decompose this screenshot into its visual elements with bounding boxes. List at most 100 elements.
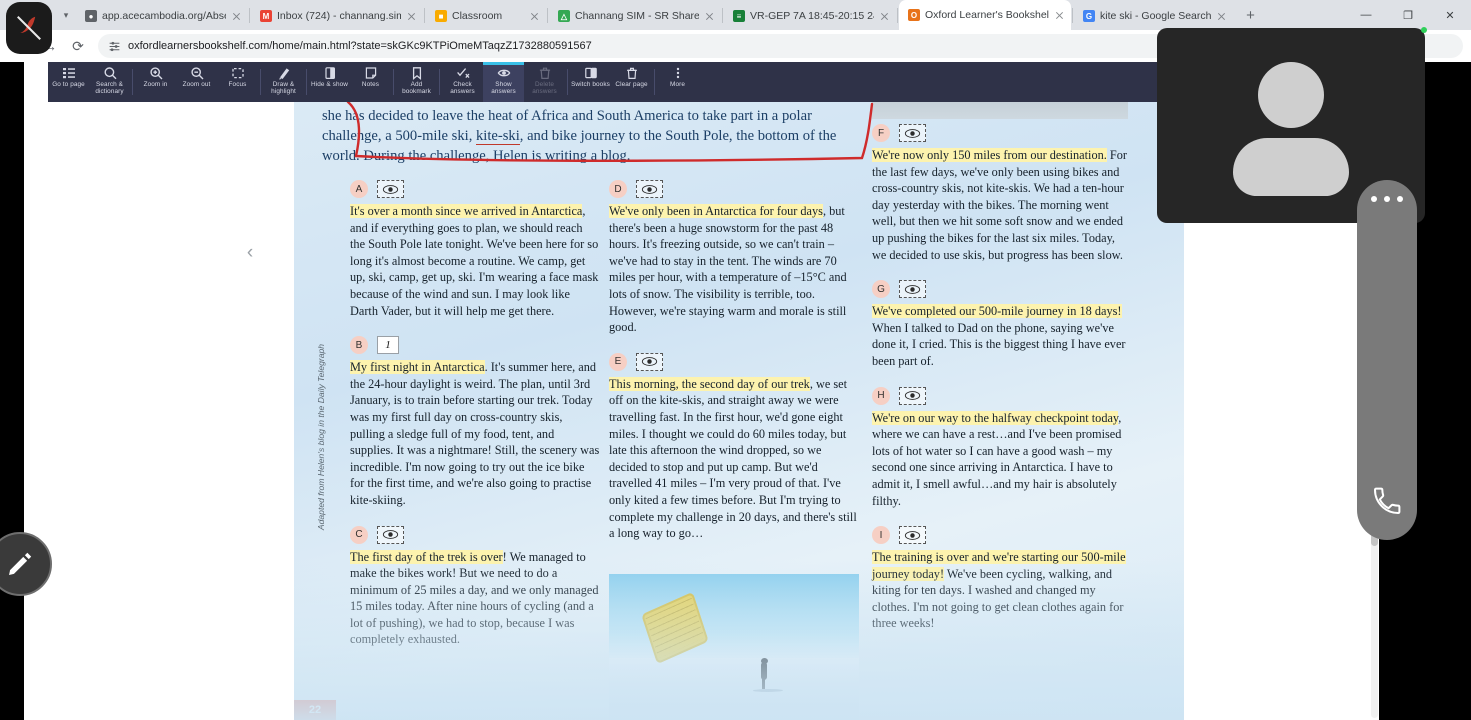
blog-entry-body: , we set off on the kite-skis, and strai… <box>609 376 857 541</box>
blog-entry-letter: G <box>872 280 890 299</box>
toolbar-check-answers-button[interactable]: Check answers <box>442 62 483 102</box>
answer-input-box[interactable] <box>636 352 663 371</box>
close-tab-icon[interactable] <box>879 11 890 22</box>
previous-page-arrow-icon[interactable]: ‹ <box>237 240 263 266</box>
reload-button[interactable]: ⟳ <box>64 32 92 60</box>
close-tab-icon[interactable] <box>529 11 540 22</box>
intro-keyword: kite-ski <box>476 128 520 145</box>
blog-entry-letter: D <box>609 180 627 198</box>
intro-paragraph: she has decided to leave the heat of Afr… <box>322 102 874 166</box>
browser-tab[interactable]: M Inbox (724) - channang.sim@a… <box>251 2 423 30</box>
browser-tab[interactable]: ■ Classroom <box>426 2 546 30</box>
toolbar-button-label: Zoom in <box>143 81 168 88</box>
toolbar-button-label: Go to page <box>52 81 85 88</box>
toolbar-add-bookmark-button[interactable]: Add bookmark <box>396 62 437 102</box>
drive-icon: △ <box>558 10 570 22</box>
answer-input-box[interactable] <box>899 526 926 545</box>
toolbar-zoom-in-button[interactable]: Zoom in <box>135 62 176 102</box>
tune-icon[interactable] <box>108 40 121 53</box>
toolbar-notes-button[interactable]: Notes <box>350 62 391 102</box>
close-tab-icon[interactable] <box>1216 11 1227 22</box>
toolbar-button-label: Draw & highlight <box>271 81 296 96</box>
answer-input-box[interactable] <box>377 180 404 198</box>
more-options-icon[interactable] <box>1371 196 1403 202</box>
blog-entry-letter: A <box>350 180 368 198</box>
toolbar-button-label: Add bookmark <box>402 81 431 96</box>
blog-entry-header: I <box>872 526 1128 545</box>
avatar <box>1225 61 1357 196</box>
tab-title: Channang SIM - SR Shared Dri… <box>575 10 699 22</box>
toolbar-button-label: Focus <box>228 81 247 88</box>
answer-input-box[interactable] <box>899 124 926 142</box>
book-page[interactable]: Adapted from Helen's blog in the Daily T… <box>294 102 1184 720</box>
answer-input-box[interactable] <box>899 280 926 299</box>
toolbar-switch-books-button[interactable]: Switch books <box>570 62 611 102</box>
blog-entry-header: E <box>609 352 859 371</box>
toolbar-divider <box>306 69 307 95</box>
blog-entry-body: . It's summer here, and the 24-hour dayl… <box>350 360 600 507</box>
switch-books-icon <box>584 65 598 80</box>
blog-entry-body: For the last few days, we've only been u… <box>872 148 1127 262</box>
focus-icon <box>231 65 245 80</box>
tab-search-caret-icon[interactable]: ▾ <box>56 0 76 30</box>
blog-entry-text: The first day of the trek is over! We ma… <box>350 549 600 649</box>
browser-tab[interactable]: ● app.acecambodia.org/Absence <box>76 2 248 30</box>
close-tab-icon[interactable] <box>406 11 417 22</box>
toolbar-button-label: Notes <box>361 81 380 88</box>
note-icon <box>364 65 378 80</box>
blog-entry-header: H <box>872 386 1128 405</box>
answer-input-box[interactable]: 1 <box>377 336 399 355</box>
blog-entry-letter: C <box>350 525 368 544</box>
new-tab-button[interactable]: + <box>1237 2 1263 28</box>
more-vertical-icon <box>671 65 685 80</box>
avatar-torso <box>1233 137 1349 196</box>
zoom-in-icon <box>149 65 163 80</box>
toolbar-button-label: Hide & show <box>311 81 348 88</box>
toolbar-search-dictionary-button[interactable]: Search & dictionary <box>89 62 130 102</box>
toolbar-zoom-out-button[interactable]: Zoom out <box>176 62 217 102</box>
blog-entry-header: C <box>350 525 600 544</box>
gmail-icon: M <box>260 10 272 22</box>
minimize-button[interactable]: — <box>1345 0 1387 30</box>
blog-entry-text: It's over a month since we arrived in An… <box>350 203 600 319</box>
browser-tab[interactable]: Gkite ski - Google Search <box>1074 2 1234 30</box>
globe-icon: ● <box>85 10 97 22</box>
toolbar-button-label: Switch books <box>571 81 610 88</box>
eye-icon <box>382 184 399 194</box>
toolbar-clear-page-button[interactable]: Clear page <box>611 62 652 102</box>
highlighted-answer-phrase: We've only been in Antarctica for four d… <box>609 204 823 218</box>
eye-icon <box>904 530 921 540</box>
close-tab-icon[interactable] <box>231 11 242 22</box>
address-bar-url: oxfordlearnersbookshelf.com/home/main.ht… <box>128 40 592 52</box>
answer-input-box[interactable] <box>377 525 404 544</box>
toolbar-go-to-page-button[interactable]: Go to page <box>48 62 89 102</box>
blog-entry-text: This morning, the second day of our trek… <box>609 376 859 542</box>
toolbar-show-answers-button[interactable]: Show answers <box>483 62 524 102</box>
call-control-strip[interactable] <box>1357 180 1417 540</box>
toolbar-focus-button[interactable]: Focus <box>217 62 258 102</box>
blog-entry-text: The training is over and we're starting … <box>872 549 1128 632</box>
close-window-button[interactable]: ✕ <box>1429 0 1471 30</box>
browser-tab[interactable]: ≡ VR-GEP 7A 18:45-20:15 24-T4- <box>724 2 896 30</box>
close-tab-icon[interactable] <box>1054 10 1065 21</box>
answer-input-box[interactable] <box>636 180 663 198</box>
browser-tab[interactable]: O Oxford Learner's Bookshelf | e… <box>899 0 1071 30</box>
close-tab-icon[interactable] <box>704 11 715 22</box>
tab-title: app.acecambodia.org/Absence <box>102 10 226 22</box>
trash-icon <box>538 65 552 80</box>
tab-title: Classroom <box>452 10 503 22</box>
toolbar-more-button[interactable]: More <box>657 62 698 102</box>
toolbar-hide-show-button[interactable]: Hide & show <box>309 62 350 102</box>
browser-tabstrip: ▾ ● app.acecambodia.org/Absence M Inbox (72… <box>0 0 1471 30</box>
eye-icon <box>497 65 511 80</box>
toolbar-draw-highlight-button[interactable]: Draw & highlight <box>263 62 304 102</box>
blog-entry-letter: B <box>350 336 368 355</box>
profile-avatar[interactable] <box>6 2 52 54</box>
answer-input-box[interactable] <box>899 386 926 405</box>
blog-column-3: F We're now only 150 miles from our desti… <box>872 124 1128 649</box>
end-call-button[interactable] <box>1371 485 1403 522</box>
highlighted-answer-phrase: The first day of the trek is over <box>350 549 503 564</box>
browser-tab[interactable]: △ Channang SIM - SR Shared Dri… <box>549 2 721 30</box>
avatar-head <box>1258 61 1324 128</box>
maximize-button[interactable]: ❐ <box>1387 0 1429 30</box>
